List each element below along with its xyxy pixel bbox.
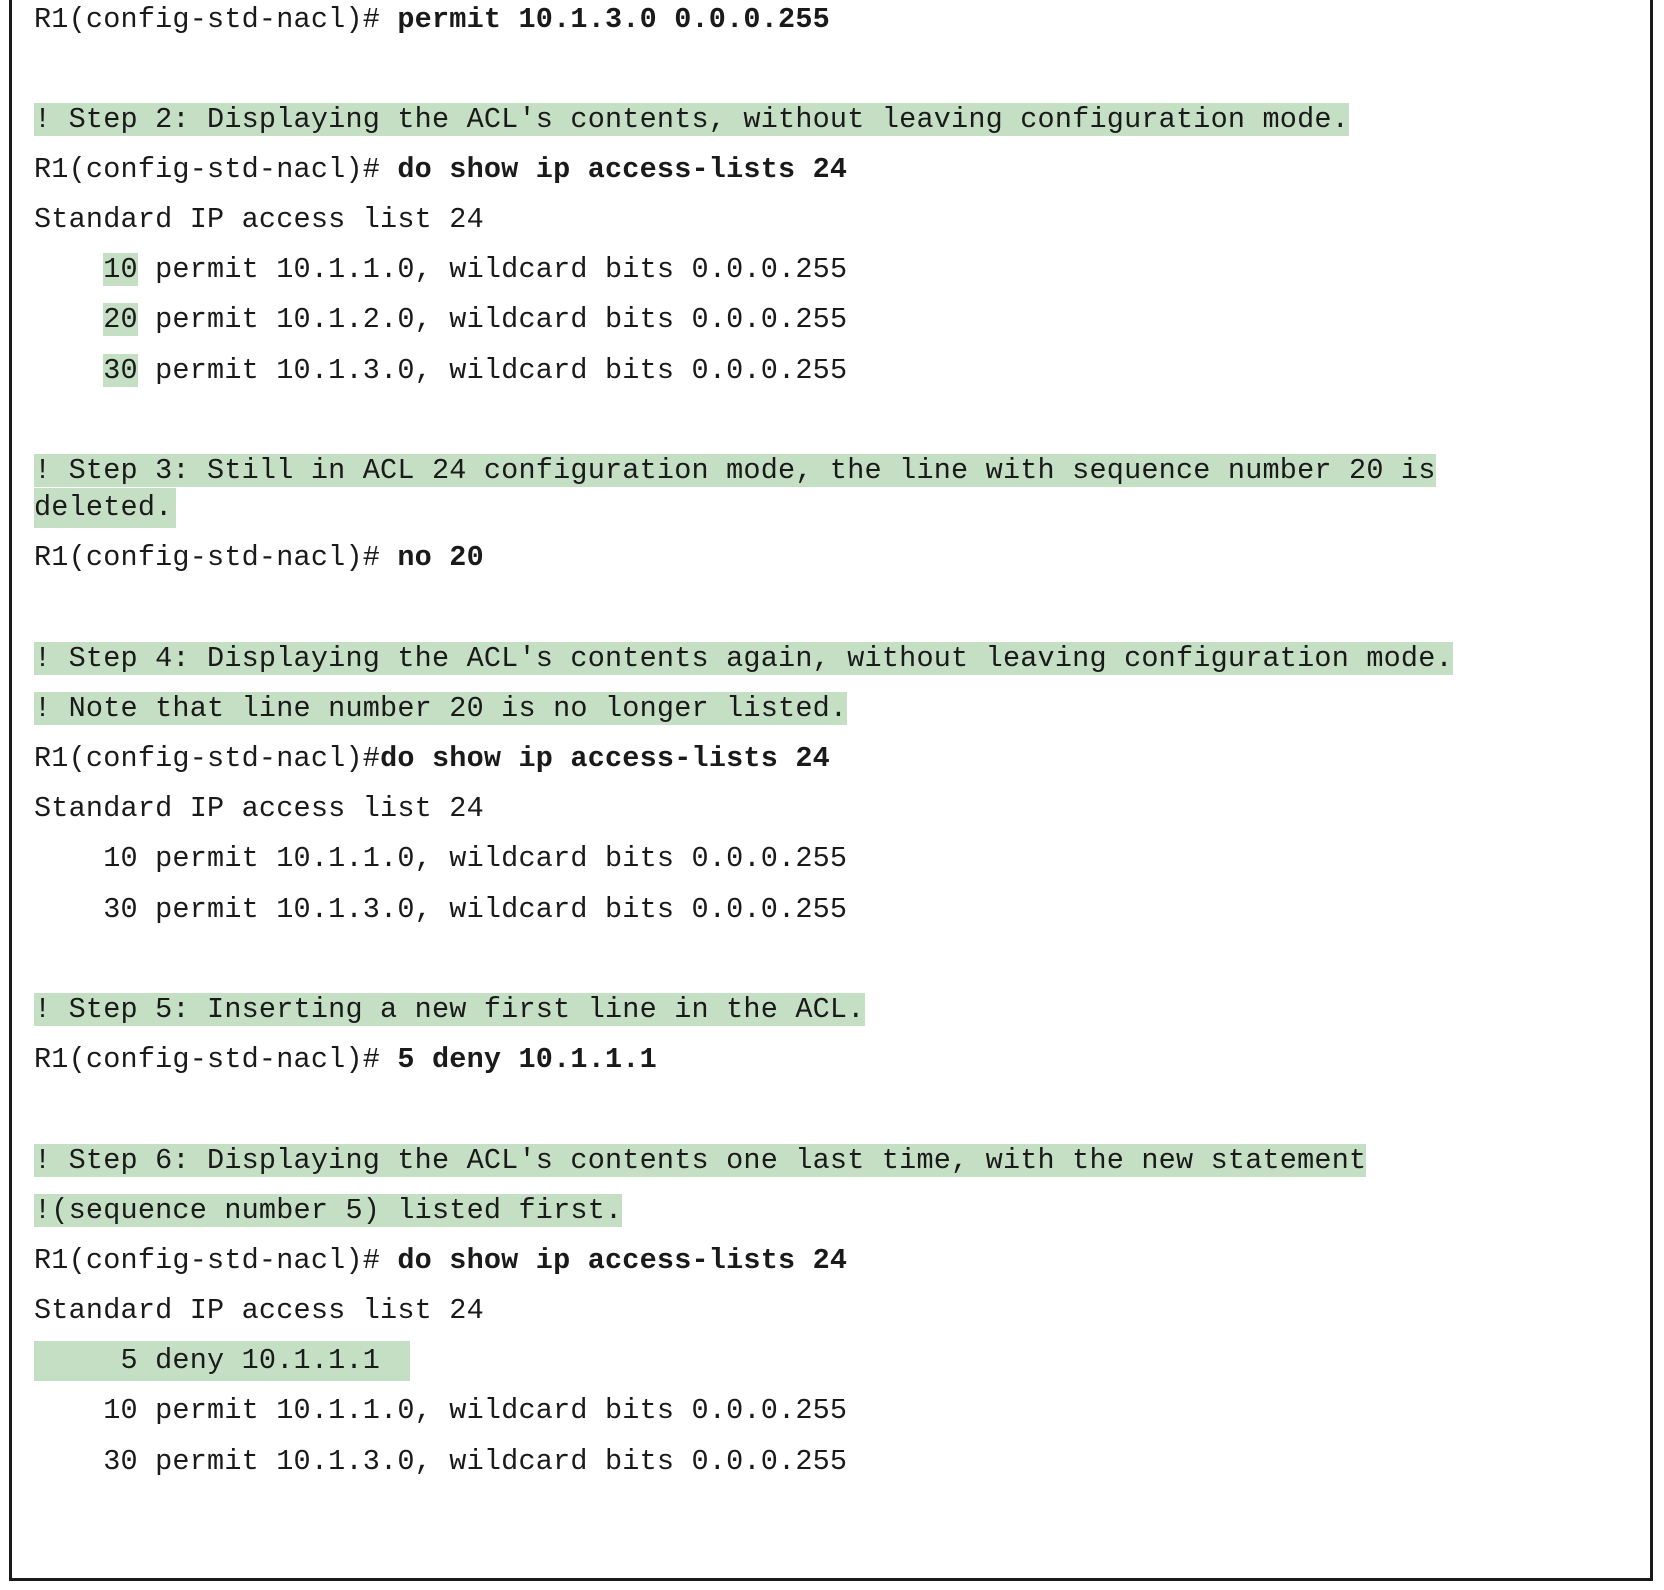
step5-comment: ! Step 5: Inserting a new first line in … [34,990,865,1030]
cli-prompt: R1(config-std-nacl)# [34,541,398,574]
acl-entry-10: 10 permit 10.1.1.0, wildcard bits 0.0.0.… [34,1394,848,1427]
acl-entry-20: 20 permit 10.1.2.0, wildcard bits 0.0.0.… [34,300,847,340]
acl-entry-text: permit 10.1.2.0, wildcard bits 0.0.0.255 [137,303,848,336]
comment-text: ! Step 5: Inserting a new first line in … [34,993,865,1026]
acl-entry-30: 30 permit 10.1.3.0, wildcard bits 0.0.0.… [34,351,847,391]
comment-text: ! Step 4: Displaying the ACL's contents … [34,642,1453,675]
step3-comment-cont: deleted. [34,488,177,528]
cli-command: 5 deny 10.1.1.1 [397,1043,657,1076]
cli-prompt: R1(config-std-nacl)# [34,1043,398,1076]
config-line-show-3: R1(config-std-nacl)# do show ip access-l… [34,1241,847,1281]
acl-header: Standard IP access list 24 [34,203,484,236]
acl-entry-30: 30 permit 10.1.3.0, wildcard bits 0.0.0.… [34,1445,848,1478]
config-line-show-2: R1(config-std-nacl)#do show ip access-li… [34,739,830,779]
step3-comment: ! Step 3: Still in ACL 24 configuration … [34,451,1436,491]
acl-entry-10: 10 permit 10.1.1.0, wildcard bits 0.0.0.… [34,250,847,290]
comment-text: ! Step 6: Displaying the ACL's contents … [34,1144,1367,1177]
config-line-no: R1(config-std-nacl)# no 20 [34,538,484,578]
cli-command: do show ip access-lists 24 [380,742,830,775]
acl-entry-5: 5 deny 10.1.1.1 [34,1341,410,1381]
config-line-deny: R1(config-std-nacl)# 5 deny 10.1.1.1 [34,1040,657,1080]
step6-comment: ! Step 6: Displaying the ACL's contents … [34,1141,1367,1181]
comment-text: deleted. [34,488,177,528]
cli-command: do show ip access-lists 24 [397,153,848,186]
acl-header: Standard IP access list 24 [34,1294,484,1327]
config-line-show: R1(config-std-nacl)# do show ip access-l… [34,150,847,190]
acl-entry-30: 30 permit 10.1.3.0, wildcard bits 0.0.0.… [34,893,848,926]
comment-text: ! Step 2: Displaying the ACL's contents,… [34,103,1350,136]
comment-text: ! Step 3: Still in ACL 24 configuration … [34,454,1436,487]
comment-text: ! Note that line number 20 is no longer … [34,692,848,725]
sequence-number: 10 [103,253,138,286]
cli-prompt: R1(config-std-nacl)# [34,1244,398,1277]
cli-command: no 20 [397,541,484,574]
config-line-permit: R1(config-std-nacl)# permit 10.1.3.0 0.0… [34,0,830,40]
note-comment: ! Note that line number 20 is no longer … [34,689,848,729]
cli-prompt: R1(config-std-nacl)# [34,153,398,186]
acl-entry-text: permit 10.1.3.0, wildcard bits 0.0.0.255 [137,354,848,387]
sequence-number: 20 [103,303,138,336]
cli-prompt: R1(config-std-nacl)# [34,742,381,775]
acl-entry-text: 5 deny 10.1.1.1 [34,1341,410,1381]
comment-text: !(sequence number 5) listed first. [34,1194,623,1227]
step2-comment: ! Step 2: Displaying the ACL's contents,… [34,100,1350,140]
cli-command: do show ip access-lists 24 [397,1244,848,1277]
step6-comment-cont: !(sequence number 5) listed first. [34,1191,623,1231]
cli-prompt: R1(config-std-nacl)# [34,3,398,36]
acl-entry-10: 10 permit 10.1.1.0, wildcard bits 0.0.0.… [34,842,848,875]
sequence-number: 30 [103,354,138,387]
acl-header: Standard IP access list 24 [34,792,484,825]
cli-command: permit 10.1.3.0 0.0.0.255 [397,3,830,36]
acl-entry-text: permit 10.1.1.0, wildcard bits 0.0.0.255 [137,253,848,286]
step4-comment: ! Step 4: Displaying the ACL's contents … [34,639,1453,679]
